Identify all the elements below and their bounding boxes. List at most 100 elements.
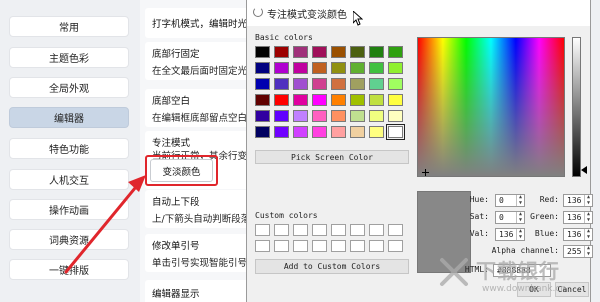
custom-color-swatch[interactable]: [274, 224, 289, 236]
setting-card-bottom-fixed[interactable]: 底部行固定 在全文最后面时固定光标: [145, 42, 252, 80]
sidebar-item-special-features[interactable]: 特色功能: [9, 138, 129, 159]
basic-color-swatch[interactable]: [312, 110, 327, 122]
basic-color-swatch[interactable]: [312, 94, 327, 106]
custom-color-swatch[interactable]: [331, 240, 346, 252]
setting-card-bottom-blank[interactable]: 底部空白 在编辑框底部留点空白区: [145, 89, 252, 127]
sidebar-item-one-click-layout[interactable]: 一键排版: [9, 259, 129, 280]
basic-color-swatch[interactable]: [255, 94, 270, 106]
basic-color-swatch[interactable]: [274, 46, 289, 58]
basic-color-swatch[interactable]: [331, 110, 346, 122]
basic-color-swatch[interactable]: [331, 46, 346, 58]
red-spinbox[interactable]: 136 ▲ ▼: [563, 194, 593, 207]
basic-color-swatch[interactable]: [255, 110, 270, 122]
basic-color-swatch[interactable]: [255, 126, 270, 138]
sidebar-item-editor[interactable]: 编辑器: [9, 107, 129, 128]
sidebar-item-dictionary[interactable]: 词典资源: [9, 229, 129, 250]
basic-color-swatch[interactable]: [369, 110, 384, 122]
fade-color-button[interactable]: 变淡颜色: [150, 159, 213, 182]
sidebar-item-theme-colors[interactable]: 主题色彩: [9, 47, 129, 68]
val-label: Val:: [469, 229, 489, 238]
basic-color-swatch[interactable]: [386, 124, 405, 140]
sidebar-item-animation[interactable]: 操作动画: [9, 199, 129, 220]
cancel-button[interactable]: Cancel: [555, 282, 589, 297]
basic-color-swatch[interactable]: [274, 78, 289, 90]
custom-color-swatch[interactable]: [369, 224, 384, 236]
sidebar-item-interaction[interactable]: 人机交互: [9, 169, 129, 190]
basic-color-swatch[interactable]: [331, 62, 346, 74]
basic-color-swatch[interactable]: [293, 110, 308, 122]
custom-color-swatch[interactable]: [293, 240, 308, 252]
setting-card-typewriter[interactable]: 打字机模式，编辑时光标: [145, 8, 252, 38]
basic-color-swatch[interactable]: [255, 78, 270, 90]
html-color-input[interactable]: #888888: [493, 264, 551, 277]
custom-color-swatch[interactable]: [255, 240, 270, 252]
basic-color-swatch[interactable]: [388, 78, 403, 90]
basic-color-swatch[interactable]: [350, 78, 365, 90]
custom-color-swatch[interactable]: [388, 224, 403, 236]
basic-color-swatch[interactable]: [369, 94, 384, 106]
setting-title: 自动上下段: [152, 197, 200, 208]
basic-color-swatch[interactable]: [350, 94, 365, 106]
sidebar-item-global-appearance[interactable]: 全局外观: [9, 77, 129, 98]
slider-marker-icon[interactable]: [581, 166, 587, 174]
spin-arrows-icon[interactable]: ▲ ▼: [584, 194, 592, 206]
ok-button[interactable]: OK: [517, 282, 551, 297]
basic-color-swatch[interactable]: [369, 126, 384, 138]
custom-color-swatch[interactable]: [312, 240, 327, 252]
basic-color-swatch[interactable]: [274, 62, 289, 74]
custom-color-swatch[interactable]: [350, 240, 365, 252]
basic-color-swatch[interactable]: [293, 94, 308, 106]
alpha-spinbox[interactable]: 255 ▲ ▼: [563, 245, 593, 258]
setting-card-editor-display[interactable]: 编辑器显示: [145, 280, 252, 302]
spin-arrows-icon[interactable]: ▲ ▼: [584, 245, 592, 257]
spin-arrows-icon[interactable]: ▲ ▼: [584, 211, 592, 223]
basic-color-swatch[interactable]: [388, 110, 403, 122]
add-custom-colors-button[interactable]: Add to Custom Colors: [255, 259, 409, 274]
basic-color-swatch[interactable]: [274, 94, 289, 106]
basic-color-swatch[interactable]: [274, 110, 289, 122]
basic-color-swatch[interactable]: [312, 78, 327, 90]
setting-card-single-quote[interactable]: 修改单引号 单击引号实现智能引号效: [145, 234, 252, 272]
basic-color-swatch[interactable]: [350, 126, 365, 138]
basic-color-swatch[interactable]: [388, 46, 403, 58]
value-slider[interactable]: [572, 37, 581, 177]
basic-color-swatch[interactable]: [293, 62, 308, 74]
basic-color-swatch[interactable]: [255, 46, 270, 58]
basic-color-swatch[interactable]: [293, 78, 308, 90]
custom-color-swatch[interactable]: [388, 240, 403, 252]
basic-color-swatch[interactable]: [312, 126, 327, 138]
blue-spinbox[interactable]: 136 ▲ ▼: [563, 228, 593, 241]
basic-color-swatch[interactable]: [331, 78, 346, 90]
custom-color-swatch[interactable]: [350, 224, 365, 236]
spin-arrows-icon[interactable]: ▲ ▼: [584, 228, 592, 240]
basic-color-swatch[interactable]: [388, 62, 403, 74]
dialog-titlebar[interactable]: 专注模式变淡颜色: [247, 0, 590, 26]
setting-card-auto-paragraph[interactable]: 自动上下段 上/下箭头自动判断段落: [145, 190, 252, 228]
basic-color-swatch[interactable]: [293, 46, 308, 58]
basic-color-swatch[interactable]: [312, 46, 327, 58]
basic-color-swatch[interactable]: [274, 126, 289, 138]
basic-color-swatch[interactable]: [293, 126, 308, 138]
basic-color-swatch[interactable]: [350, 46, 365, 58]
basic-color-swatch[interactable]: [312, 62, 327, 74]
custom-color-swatch[interactable]: [293, 224, 308, 236]
custom-color-swatch[interactable]: [369, 240, 384, 252]
basic-color-swatch[interactable]: [350, 110, 365, 122]
html-label: HTML:: [464, 265, 489, 274]
custom-color-swatch[interactable]: [255, 224, 270, 236]
green-spinbox[interactable]: 136 ▲ ▼: [563, 211, 593, 224]
basic-color-swatch[interactable]: [331, 94, 346, 106]
custom-color-swatch[interactable]: [331, 224, 346, 236]
basic-color-swatch[interactable]: [369, 62, 384, 74]
custom-color-swatch[interactable]: [274, 240, 289, 252]
pick-screen-color-button[interactable]: Pick Screen Color: [255, 150, 409, 164]
color-spectrum[interactable]: [417, 37, 565, 177]
basic-color-swatch[interactable]: [369, 78, 384, 90]
sidebar-item-common[interactable]: 常用: [9, 16, 129, 37]
basic-color-swatch[interactable]: [255, 62, 270, 74]
basic-color-swatch[interactable]: [350, 62, 365, 74]
basic-color-swatch[interactable]: [331, 126, 346, 138]
basic-color-swatch[interactable]: [369, 46, 384, 58]
basic-color-swatch[interactable]: [388, 94, 403, 106]
custom-color-swatch[interactable]: [312, 224, 327, 236]
